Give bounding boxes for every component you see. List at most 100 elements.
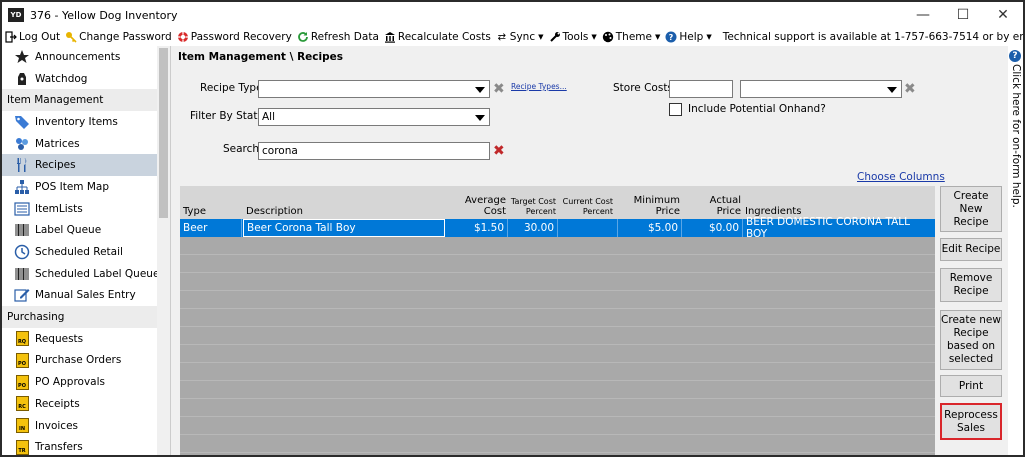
sidebar-item-requests[interactable]: RQ Requests <box>2 328 170 350</box>
logout-label: Log Out <box>19 31 61 43</box>
doc-code: PO <box>15 352 29 368</box>
tag-icon <box>14 114 30 130</box>
create-recipe-from-selected-button[interactable]: Create new Recipe based on selected <box>940 310 1002 370</box>
support-text: Technical support is available at 1-757-… <box>722 31 1023 43</box>
maximize-button[interactable]: ☐ <box>943 2 983 28</box>
search-input[interactable]: corona <box>258 142 490 160</box>
col-current-cost-percent[interactable]: Current Cost Percent <box>558 197 613 217</box>
store-costs-select[interactable] <box>740 80 902 98</box>
empty-row <box>180 237 935 255</box>
create-new-recipe-button[interactable]: Create New Recipe <box>940 186 1002 232</box>
cell-ingredients: BEER DOMESTIC CORONA TALL BOY <box>746 216 911 240</box>
col-average-cost-line1: Average <box>464 195 506 206</box>
sidebar-item-invoices[interactable]: IN Invoices <box>2 415 170 437</box>
sidebar-item-transfers[interactable]: TR Transfers <box>2 436 170 455</box>
col-type[interactable]: Type <box>183 206 206 217</box>
sidebar-item-label: Matrices <box>35 137 80 150</box>
barcode-icon <box>14 266 30 282</box>
sidebar-item-label-queue[interactable]: Label Queue <box>2 220 170 242</box>
clear-search-icon[interactable]: ✖ <box>493 144 505 158</box>
title-bar: YD 376 - Yellow Dog Inventory — ☐ ✕ <box>2 2 1023 28</box>
sidebar-item-label: Purchase Orders <box>35 354 122 367</box>
clear-store-costs-icon[interactable]: ✖ <box>904 82 916 96</box>
change-password-button[interactable]: Change Password <box>65 31 172 43</box>
include-onhand-checkbox[interactable] <box>669 103 682 116</box>
col-target-cost-percent[interactable]: Target Cost Percent <box>506 197 556 217</box>
store-costs-label: Store Costs <box>613 82 673 94</box>
remove-recipe-button[interactable]: Remove Recipe <box>940 268 1002 302</box>
theme-label: Theme <box>615 31 652 43</box>
sidebar-item-recipes[interactable]: Recipes <box>2 154 170 177</box>
empty-row <box>180 309 935 327</box>
table-row[interactable]: Beer Beer Corona Tall Boy $1.50 30.00 $5… <box>180 216 935 240</box>
matrix-icon <box>14 136 30 152</box>
recipe-type-select[interactable] <box>258 80 490 98</box>
doc-in-icon: IN <box>14 418 30 434</box>
sidebar-item-manual-sales-entry[interactable]: Manual Sales Entry <box>2 285 170 307</box>
empty-row <box>180 291 935 309</box>
theme-menu[interactable]: Theme ▼ <box>602 31 661 43</box>
on-form-help-strip[interactable]: ? Click here for on-form help. <box>1008 46 1023 455</box>
sidebar-item-label: Scheduled Label Queue <box>35 267 160 280</box>
minimize-button[interactable]: — <box>903 2 943 28</box>
tools-menu[interactable]: Tools ▼ <box>549 31 597 43</box>
sidebar-section-purchasing[interactable]: Purchasing <box>2 306 170 328</box>
caret-down-icon: ▼ <box>654 33 661 41</box>
sidebar-item-label: ItemLists <box>35 202 83 215</box>
clear-recipe-type-icon[interactable]: ✖ <box>493 82 505 96</box>
col-average-cost[interactable]: Average Cost <box>452 195 506 217</box>
logout-icon <box>5 31 17 43</box>
recalculate-costs-button[interactable]: Recalculate Costs <box>384 31 491 43</box>
sidebar-item-watchdog[interactable]: Watchdog <box>2 68 170 90</box>
col-min-line2: Price <box>655 206 680 217</box>
edit-recipe-button[interactable]: Edit Recipe <box>940 238 1002 261</box>
col-actual-line1: Actual <box>709 195 741 206</box>
choose-columns-link[interactable]: Choose Columns <box>857 171 945 183</box>
sidebar-item-purchase-orders[interactable]: PO Purchase Orders <box>2 350 170 372</box>
search-value: corona <box>262 145 298 157</box>
sidebar-item-label: Requests <box>35 332 84 345</box>
doc-code: TR <box>15 439 29 455</box>
sync-menu[interactable]: ⇄ Sync ▼ <box>496 31 544 43</box>
reprocess-sales-button[interactable]: Reprocess Sales <box>940 403 1002 440</box>
sidebar-item-itemlists[interactable]: ItemLists <box>2 198 170 220</box>
sidebar-scrollbar[interactable] <box>157 46 170 455</box>
cell-description: Beer Corona Tall Boy <box>243 219 445 237</box>
refresh-icon <box>297 31 309 43</box>
sidebar-scrollbar-thumb[interactable] <box>159 48 168 218</box>
sidebar-item-receipts[interactable]: RC Receipts <box>2 393 170 415</box>
sidebar-item-matrices[interactable]: Matrices <box>2 133 170 155</box>
sidebar-section-item-management[interactable]: Item Management <box>2 89 170 112</box>
sidebar-item-label: POS Item Map <box>35 180 109 193</box>
help-menu[interactable]: ? Help ▼ <box>665 31 712 43</box>
sidebar-item-label: Receipts <box>35 397 80 410</box>
breadcrumb: Item Management \ Recipes <box>178 51 343 63</box>
col-minimum-price[interactable]: Minimum Price <box>620 195 680 217</box>
store-costs-input[interactable] <box>669 80 733 98</box>
password-recovery-button[interactable]: Password Recovery <box>177 31 292 43</box>
cell-actual-price: $0.00 <box>682 219 743 237</box>
close-button[interactable]: ✕ <box>983 2 1023 28</box>
sidebar-item-pos-item-map[interactable]: POS Item Map <box>2 176 170 198</box>
list-icon <box>14 201 30 217</box>
help-circle-icon: ? <box>1009 50 1021 62</box>
sidebar-item-inventory-items[interactable]: Inventory Items <box>2 111 170 133</box>
filter-status-select[interactable]: All <box>258 108 490 126</box>
col-actual-price[interactable]: Actual Price <box>683 195 741 217</box>
sidebar-item-scheduled-label-queue[interactable]: Scheduled Label Queue <box>2 263 170 285</box>
doc-code: RC <box>15 396 29 412</box>
recipe-types-link[interactable]: Recipe Types... <box>511 82 567 91</box>
sidebar-item-announcements[interactable]: Announcements <box>2 46 170 68</box>
print-button[interactable]: Print <box>940 375 1002 397</box>
palette-icon <box>602 31 614 43</box>
refresh-data-button[interactable]: Refresh Data <box>297 31 379 43</box>
caret-down-icon: ▼ <box>706 33 712 41</box>
sidebar-item-label: Manual Sales Entry <box>35 289 136 302</box>
col-description[interactable]: Description <box>246 206 303 217</box>
sidebar-item-po-approvals[interactable]: PO PO Approvals <box>2 371 170 393</box>
search-label: Search <box>223 143 260 155</box>
clock-icon <box>14 244 30 260</box>
logout-button[interactable]: Log Out <box>5 31 60 43</box>
sidebar-item-scheduled-retail[interactable]: Scheduled Retail <box>2 241 170 263</box>
dropdown-arrow-icon <box>887 87 897 93</box>
